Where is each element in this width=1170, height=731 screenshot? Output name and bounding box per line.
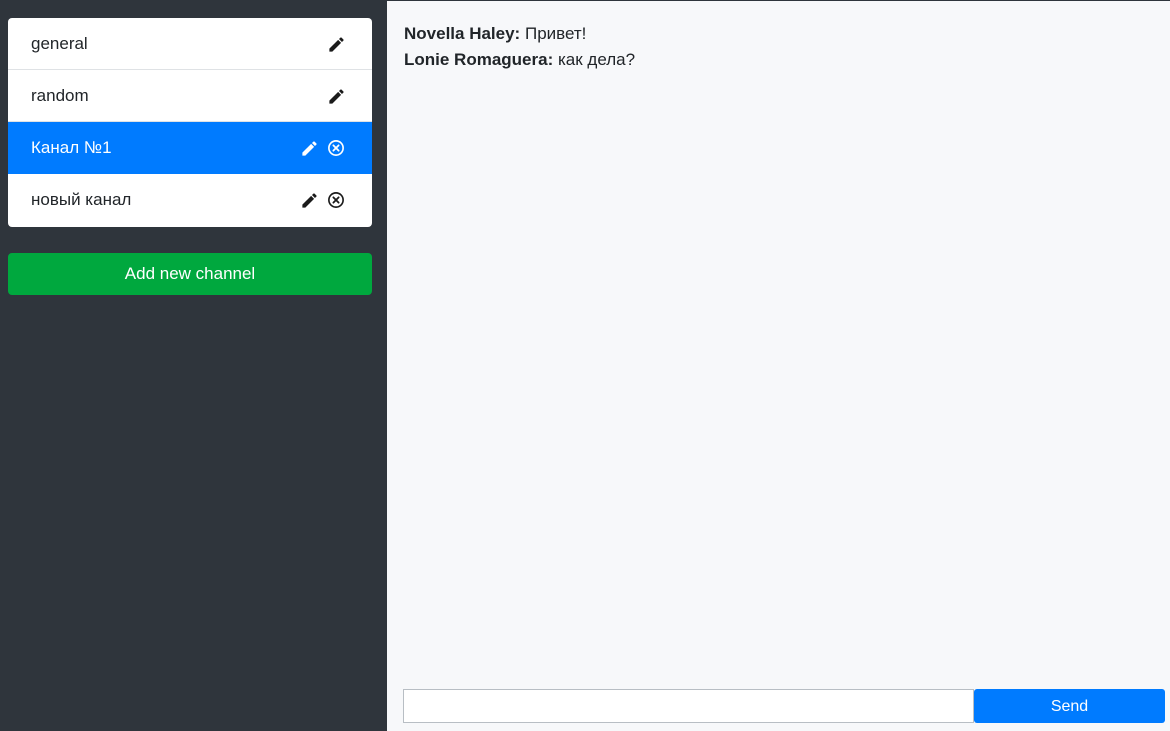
channel-name: general xyxy=(31,34,88,53)
app: general random Канал №1 новый канал Add … xyxy=(0,0,1170,731)
message-item: Lonie Romaguera: как дела? xyxy=(404,47,1153,73)
close-circle-icon[interactable] xyxy=(326,190,346,210)
channel-list: general random Канал №1 новый канал xyxy=(8,18,372,227)
channel-actions xyxy=(326,70,346,122)
send-button[interactable]: Send xyxy=(974,689,1165,723)
pencil-icon[interactable] xyxy=(326,86,346,106)
pencil-icon[interactable] xyxy=(299,190,319,210)
channel-item-novyi-kanal[interactable]: новый канал xyxy=(8,174,372,227)
channel-actions xyxy=(299,122,346,174)
channel-actions xyxy=(326,18,346,70)
message-composer: Send xyxy=(403,689,1165,723)
channel-name: новый канал xyxy=(31,190,132,209)
channel-name: Канал №1 xyxy=(31,138,112,157)
channel-actions xyxy=(299,174,346,226)
close-circle-icon[interactable] xyxy=(326,138,346,158)
message-item: Novella Haley: Привет! xyxy=(404,21,1153,47)
message-list: Novella Haley: Привет! Lonie Romaguera: … xyxy=(404,21,1153,73)
add-channel-button[interactable]: Add new channel xyxy=(8,253,372,295)
channel-name: random xyxy=(31,86,89,105)
chat-panel: Novella Haley: Привет! Lonie Romaguera: … xyxy=(387,0,1170,731)
message-author: Novella Haley: xyxy=(404,24,521,43)
message-text: как дела? xyxy=(557,50,636,69)
channel-item-general[interactable]: general xyxy=(8,18,372,70)
message-input[interactable] xyxy=(403,689,974,723)
message-text: Привет! xyxy=(524,24,587,43)
sidebar: general random Канал №1 новый канал Add … xyxy=(0,0,387,731)
channel-item-kanal-1[interactable]: Канал №1 xyxy=(8,122,372,174)
channel-item-random[interactable]: random xyxy=(8,70,372,122)
pencil-icon[interactable] xyxy=(299,138,319,158)
message-author: Lonie Romaguera: xyxy=(404,50,554,69)
pencil-icon[interactable] xyxy=(326,34,346,54)
